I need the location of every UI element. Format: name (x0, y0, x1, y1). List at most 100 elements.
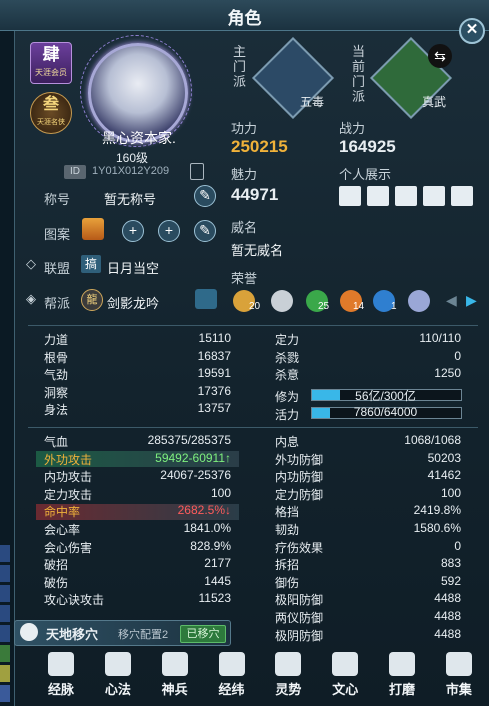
stat-label: 韧劲 (275, 522, 300, 537)
nav-xinfa[interactable]: 心法 (93, 652, 143, 698)
edit-emblem-icon[interactable]: ✎ (194, 220, 216, 242)
alliance-badge: 搞 (81, 255, 101, 273)
add-emblem-button-2[interactable]: + (158, 220, 180, 242)
meili-value: 44971 (231, 185, 279, 204)
stat-value: 100 (440, 485, 461, 500)
honor-count-5: 1 (391, 301, 397, 312)
guild-badge: 龍 (81, 289, 103, 311)
nav-label: 经脉 (47, 682, 74, 697)
nav-damo[interactable]: 打磨 (377, 652, 427, 698)
book-icon (104, 652, 131, 676)
huoli-text: 7860/64000 (353, 405, 418, 419)
close-button[interactable]: ✕ (459, 18, 485, 44)
stat-label: 外功防御 (275, 452, 324, 467)
guild-value[interactable]: 剑影龙吟 (107, 293, 159, 312)
guild-label: 帮派 (44, 296, 71, 311)
honor-prev-icon[interactable]: ◀ (446, 292, 457, 309)
stat-row: 定力防御 100 (0, 486, 489, 504)
showcase-card-icon[interactable] (339, 186, 361, 206)
title-value: 暂无称号 (104, 192, 157, 207)
nav-shiji[interactable]: 市集 (434, 652, 484, 698)
membership-badge-small: 天涯会员 (35, 68, 67, 77)
stat-row: 内息 1068/1068 (0, 433, 489, 451)
meridian-icon (48, 652, 74, 676)
showcase-gate-icon[interactable] (395, 186, 417, 206)
nav-jingmai[interactable]: 经脉 (36, 652, 86, 698)
stat-row: 格挡 2419.8% (0, 503, 489, 521)
hero-rank-badge[interactable]: 叁 天涯名侠 (30, 92, 72, 134)
nav-label: 心法 (104, 682, 131, 697)
stat-label: 极阴防御 (275, 628, 324, 643)
current-sect-value: 真武 (422, 95, 447, 109)
stat-value: 4488 (434, 626, 461, 641)
honor-count-3: 25 (318, 301, 330, 312)
add-emblem-button-1[interactable]: + (122, 220, 144, 242)
honor-next-icon[interactable]: ▶ (466, 292, 477, 309)
gongli-value: 250215 (231, 137, 288, 156)
stat-value: 13757 (197, 401, 231, 416)
stat-value: 883 (440, 556, 461, 571)
market-icon (445, 652, 472, 676)
stat-label: 内息 (275, 435, 300, 449)
stat-row: 杀戮 0 (0, 349, 489, 367)
showcase-house-icon[interactable] (367, 186, 389, 206)
nav-wenxin[interactable]: 文心 (320, 652, 370, 698)
divider-mid (28, 427, 478, 428)
emblem-label: 图案 (44, 227, 71, 242)
copy-icon[interactable] (190, 163, 204, 180)
honor-count-1: 20 (249, 301, 261, 312)
showcase-mount-icon[interactable] (423, 186, 445, 206)
stat-value: 50203 (427, 450, 461, 465)
alliance-label: 联盟 (44, 261, 71, 276)
current-sect-label: 当前门派 (352, 44, 366, 104)
stat-value: 2419.8% (413, 503, 461, 518)
stat-label: 格挡 (275, 505, 300, 520)
honor-icon-6[interactable] (408, 290, 430, 312)
alliance-value[interactable]: 日月当空 (107, 258, 159, 277)
id-tag: ID (64, 165, 86, 179)
emblem-icon[interactable] (82, 218, 104, 240)
meridian-title: 天地移穴 (46, 627, 99, 642)
diamond-icon: ◇ (26, 256, 36, 271)
nav-jingwei[interactable]: 经纬 (207, 652, 257, 698)
nav-lingshi[interactable]: 灵势 (263, 652, 313, 698)
main-sect-value: 五毒 (300, 95, 325, 109)
zhanli-value: 164925 (339, 137, 396, 156)
stat-value: 110/110 (419, 331, 461, 345)
edit-title-icon[interactable]: ✎ (194, 185, 216, 207)
zhanli-label: 战力 (339, 121, 366, 136)
showcase-outfit-icon[interactable] (451, 186, 473, 206)
guild-emblem-icon[interactable] (195, 289, 217, 309)
player-level: 160级 (115, 151, 149, 165)
huoli-label: 活力 (275, 408, 300, 422)
main-sect-label: 主门派 (233, 44, 247, 89)
stat-value: 1250 (434, 366, 461, 381)
grid-icon (218, 652, 245, 676)
reputation-label: 威名 (231, 220, 258, 235)
stat-row: 御伤 592 (0, 574, 489, 592)
gongli-label: 功力 (231, 121, 258, 136)
stat-label: 内功防御 (275, 470, 324, 485)
stat-row: 疗伤效果 0 (0, 539, 489, 557)
nav-label: 打磨 (389, 682, 416, 697)
meridian-config: 移穴配置2 (118, 629, 169, 641)
stat-label: 洞察 (44, 385, 69, 400)
honor-icon-2[interactable] (271, 290, 293, 312)
nav-shenbing[interactable]: 神兵 (150, 652, 200, 698)
stat-label: 御伤 (275, 575, 300, 590)
bottom-nav: 经脉 心法 神兵 经纬 灵势 文心 打磨 市集 (36, 652, 484, 698)
membership-badge[interactable]: 肆 天涯会员 (30, 42, 72, 84)
stat-row: 拆招 883 (0, 556, 489, 574)
nav-label: 经纬 (218, 682, 245, 697)
stat-label: 定力防御 (275, 487, 324, 502)
stat-row: 杀意 1250 (0, 366, 489, 384)
switch-sect-icon[interactable]: ⇆ (428, 44, 452, 68)
nav-label: 神兵 (161, 682, 188, 697)
nav-label: 灵势 (275, 682, 302, 697)
divider-top (28, 325, 478, 326)
stat-row: 定力 110/110 (0, 331, 489, 349)
spirit-icon (275, 652, 302, 676)
meridian-status: 已移穴 (180, 625, 226, 643)
yin-yang-icon (20, 623, 38, 641)
stat-row: 韧劲 1580.6% (0, 521, 489, 539)
